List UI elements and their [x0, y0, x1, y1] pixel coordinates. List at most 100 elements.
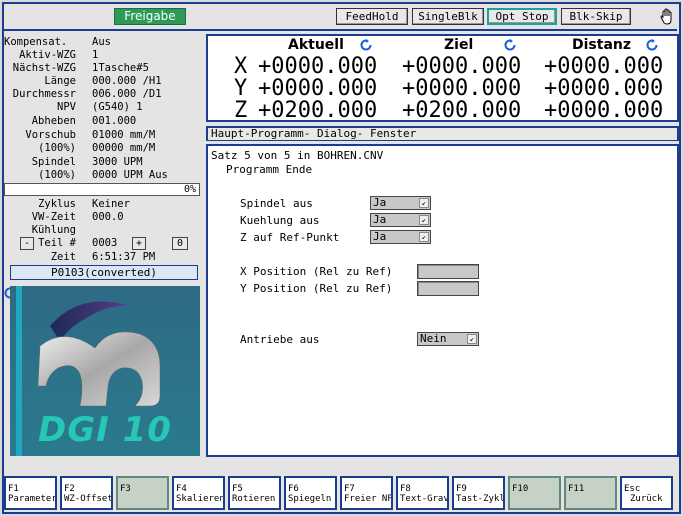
fkey-number: F10	[512, 484, 529, 494]
distance-value: +0000.000	[544, 76, 664, 101]
status-label: (100%)	[38, 142, 76, 154]
drives-off-select[interactable]: Nein ↙	[417, 332, 479, 346]
progress-percent: 0%	[183, 184, 196, 195]
select-value: Ja	[373, 196, 387, 209]
header-target: Ziel	[444, 37, 474, 53]
refresh-icon[interactable]	[504, 39, 516, 51]
status-value: 1	[92, 49, 99, 61]
f4-button[interactable]: F4 Skalieren	[172, 476, 225, 510]
status-value: 001.000	[92, 115, 137, 127]
progress-bar: 0%	[4, 183, 200, 196]
singleblk-button[interactable]: SingleBlk	[412, 8, 484, 25]
f3-button: F3	[116, 476, 169, 510]
hand-icon[interactable]	[659, 8, 675, 26]
time-label: Zeit	[50, 251, 76, 263]
fkey-number: F11	[568, 484, 585, 494]
target-value: +0000.000	[402, 76, 522, 101]
dgi-logo: DGI 10	[10, 286, 200, 456]
status-value: 000.000 /H1	[92, 75, 162, 87]
coolant-off-select[interactable]: Ja ↙	[370, 213, 431, 227]
block-info: Satz 5 von 5 in BOHREN.CNV	[211, 149, 384, 162]
status-label: Kühlung	[31, 224, 76, 236]
fkey-number: F2	[64, 484, 75, 494]
fkey-number: F9	[456, 484, 467, 494]
fkey-number: F4	[176, 484, 187, 494]
fkey-number: Esc	[624, 484, 641, 494]
chevron-down-icon: ↙	[419, 215, 429, 225]
distance-value: +0000.000	[544, 54, 664, 79]
axis-row-x: X +0000.000 +0000.000 +0000.000	[208, 56, 678, 78]
fkey-label: Zurück	[630, 494, 663, 504]
fkey-label: Rotieren	[232, 494, 276, 504]
status-label: Länge	[44, 75, 76, 87]
blkskip-button[interactable]: Blk-Skip	[561, 8, 631, 25]
fkey-label: Skalieren	[176, 494, 225, 504]
status-label: Abheben	[31, 115, 76, 127]
status-panel: Kompensat. Aus Aktiv-WZG 1 Nächst-WZG 1T…	[4, 34, 200, 459]
f10-button: F10	[508, 476, 561, 510]
f6-button[interactable]: F6 Spiegeln	[284, 476, 337, 510]
axis-display: Aktuell Ziel Distanz X +0000.000 +0000.0…	[206, 34, 679, 122]
function-key-bar: F1 Parameter F2 WZ-Offset F3 F4 Skalieren F…	[4, 476, 679, 510]
program-window-tabs[interactable]: Haupt-Programm- Dialog- Fenster	[206, 126, 679, 141]
freigabe-button[interactable]: Freigabe	[114, 8, 186, 25]
axis-row-z: Z +0200.000 +0200.000 +0000.000	[208, 100, 678, 122]
part-value: 0003	[92, 237, 118, 249]
z-ref-select[interactable]: Ja ↙	[370, 230, 431, 244]
f9-button[interactable]: F9 Tast-Zykl	[452, 476, 505, 510]
feedhold-button[interactable]: FeedHold	[336, 8, 408, 25]
status-label: NPV	[57, 101, 76, 113]
actual-value: +0200.000	[258, 98, 378, 123]
select-value: Ja	[373, 213, 387, 226]
optstop-button[interactable]: Opt Stop	[487, 8, 557, 25]
program-name: P0103(converted)	[10, 265, 198, 280]
time-value: 6:51:37 PM	[92, 251, 156, 263]
status-label: Spindel	[31, 156, 76, 168]
f11-button: F11	[564, 476, 617, 510]
status-value: 1Tasche#5	[92, 62, 149, 74]
fkey-number: F1	[8, 484, 19, 494]
spindle-off-select[interactable]: Ja ↙	[370, 196, 431, 210]
program-status: Programm Ende	[226, 163, 313, 176]
esc-button[interactable]: Esc Zurück	[620, 476, 673, 510]
status-value: 0000 UPM Aus	[92, 169, 168, 181]
z-ref-label: Z auf Ref-Punkt	[240, 231, 340, 244]
spindle-off-label: Spindel aus	[240, 197, 313, 210]
status-label: Nächst-WZG	[12, 62, 76, 74]
f2-button[interactable]: F2 WZ-Offset	[60, 476, 113, 510]
f7-button[interactable]: F7 Freier NP	[340, 476, 393, 510]
header-actual: Aktuell	[288, 37, 344, 53]
target-value: +0000.000	[402, 54, 522, 79]
header-distance: Distanz	[572, 37, 632, 53]
x-position-input[interactable]	[417, 264, 479, 279]
part-label: Teil #	[38, 237, 76, 249]
fkey-label: Parameter	[8, 494, 57, 504]
select-value: Ja	[373, 230, 387, 243]
coolant-off-label: Kuehlung aus	[240, 214, 320, 227]
program-window: Satz 5 von 5 in BOHREN.CNV Programm Ende…	[206, 144, 679, 457]
refresh-icon[interactable]	[360, 39, 372, 51]
fkey-label: Tast-Zykl	[456, 494, 505, 504]
part-plus-button[interactable]: +	[132, 237, 146, 250]
f1-button[interactable]: F1 Parameter	[4, 476, 57, 510]
status-value: 000.0	[92, 211, 124, 223]
refresh-icon[interactable]	[646, 39, 658, 51]
axis-letter: X	[234, 54, 248, 79]
f8-button[interactable]: F8 Text-Grav	[396, 476, 449, 510]
x-position-label: X Position (Rel zu Ref)	[240, 265, 393, 278]
fkey-label: WZ-Offset	[64, 494, 113, 504]
fkey-number: F8	[400, 484, 411, 494]
f5-button[interactable]: F5 Rotieren	[228, 476, 281, 510]
y-position-input[interactable]	[417, 281, 479, 296]
fkey-number: F3	[120, 484, 131, 494]
top-toolbar: Freigabe FeedHold SingleBlk Opt Stop Blk…	[2, 5, 677, 31]
chevron-down-icon: ↙	[419, 198, 429, 208]
status-label: Vorschub	[25, 129, 76, 141]
part-count: 0	[172, 237, 188, 250]
distance-value: +0000.000	[544, 98, 664, 123]
status-label: VW-Zeit	[31, 211, 76, 223]
actual-value: +0000.000	[258, 76, 378, 101]
axis-letter: Y	[234, 76, 248, 101]
drives-off-label: Antriebe aus	[240, 333, 320, 346]
status-value: Keiner	[92, 198, 130, 210]
